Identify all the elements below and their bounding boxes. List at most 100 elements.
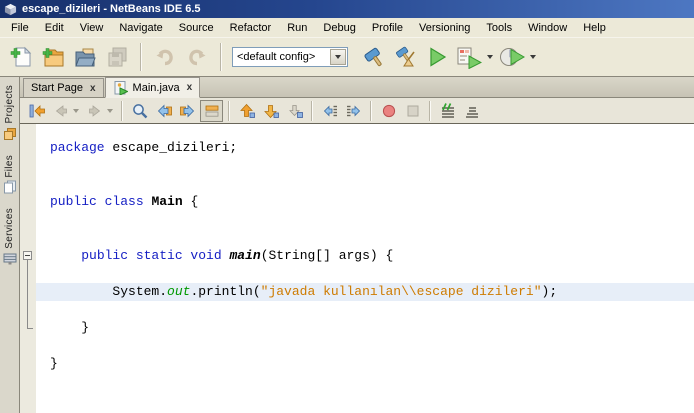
code-token: package bbox=[50, 140, 105, 155]
code-line-10[interactable] bbox=[36, 301, 694, 319]
menu-versioning[interactable]: Versioning bbox=[411, 19, 478, 37]
menu-help[interactable]: Help bbox=[575, 19, 614, 37]
code-token: escape_dizileri; bbox=[105, 140, 238, 155]
next-bookmark-button[interactable] bbox=[259, 100, 282, 122]
editor[interactable]: package escape_dizileri;public class Mai… bbox=[20, 124, 694, 413]
menu-window[interactable]: Window bbox=[520, 19, 575, 37]
menu-navigate[interactable]: Navigate bbox=[111, 19, 170, 37]
menu-file[interactable]: File bbox=[3, 19, 37, 37]
undo-button[interactable] bbox=[150, 42, 180, 72]
chevron-down-icon bbox=[107, 109, 113, 113]
debug-icon bbox=[456, 45, 482, 69]
menu-run[interactable]: Run bbox=[279, 19, 315, 37]
redo-icon bbox=[185, 45, 209, 69]
code-line-2[interactable] bbox=[36, 157, 694, 175]
save-all-button[interactable] bbox=[102, 42, 132, 72]
tab-close-button[interactable]: x bbox=[88, 83, 96, 94]
record-icon bbox=[380, 102, 398, 120]
profile-project-dropdown-button[interactable] bbox=[529, 55, 538, 59]
tab-main-java[interactable]: Main.javax bbox=[105, 77, 201, 98]
stop-macro-recording-button[interactable] bbox=[401, 100, 424, 122]
fold-collapse-icon[interactable] bbox=[23, 251, 32, 260]
highlight-icon bbox=[203, 102, 221, 120]
editor-toolbar bbox=[20, 98, 694, 124]
window-title: escape_dizileri - NetBeans IDE 6.5 bbox=[22, 3, 201, 15]
fold-gutter[interactable] bbox=[20, 124, 36, 413]
redo-button[interactable] bbox=[182, 42, 212, 72]
last-edit-position-button[interactable] bbox=[25, 100, 48, 122]
code-line-4[interactable]: public class Main { bbox=[36, 193, 694, 211]
code-line-6[interactable] bbox=[36, 229, 694, 247]
code-line-1[interactable]: package escape_dizileri; bbox=[36, 139, 694, 157]
sidebar-tab-files[interactable]: Files bbox=[3, 155, 17, 195]
menu-profile[interactable]: Profile bbox=[364, 19, 411, 37]
back-button[interactable] bbox=[49, 100, 72, 122]
shift-line-right-button[interactable] bbox=[342, 100, 365, 122]
back-dropdown-button[interactable] bbox=[73, 109, 82, 113]
code-token: public static void bbox=[81, 248, 221, 263]
toggle-bookmark-button[interactable] bbox=[283, 100, 306, 122]
uncomment-button[interactable] bbox=[460, 100, 483, 122]
forward-button[interactable] bbox=[83, 100, 106, 122]
menu-edit[interactable]: Edit bbox=[37, 19, 72, 37]
code-line-9[interactable]: System.out.println("javada kullanılan\\e… bbox=[36, 283, 694, 301]
tab-start-page[interactable]: Start Pagex bbox=[23, 78, 104, 97]
code-token: } bbox=[50, 356, 58, 371]
debug-project-dropdown-button[interactable] bbox=[486, 55, 495, 59]
find-previous-occurrence-button[interactable] bbox=[152, 100, 175, 122]
clean-build-project-button[interactable] bbox=[390, 42, 420, 72]
comment-button[interactable] bbox=[436, 100, 459, 122]
config-combobox-dropdown-button[interactable] bbox=[330, 49, 346, 65]
shift-line-left-button[interactable] bbox=[318, 100, 341, 122]
last-edit-icon bbox=[28, 102, 46, 120]
sidebar-tab-projects[interactable]: Projects bbox=[3, 85, 17, 141]
sidebar-tab-services[interactable]: Services bbox=[3, 208, 17, 266]
code-line-11[interactable]: } bbox=[36, 319, 694, 337]
code-area[interactable]: package escape_dizileri;public class Mai… bbox=[36, 124, 694, 413]
left-panel-tab-strip: Projects Files Services bbox=[0, 77, 20, 413]
find-selection-button[interactable] bbox=[128, 100, 151, 122]
code-line-12[interactable] bbox=[36, 337, 694, 355]
code-token: out bbox=[167, 284, 190, 299]
comment-icon bbox=[439, 102, 457, 120]
menu-source[interactable]: Source bbox=[171, 19, 222, 37]
debug-project-button[interactable] bbox=[454, 42, 484, 72]
open-project-icon bbox=[73, 45, 97, 69]
chevron-down-icon bbox=[530, 55, 536, 59]
code-token bbox=[50, 248, 81, 263]
code-line-7[interactable]: public static void main(String[] args) { bbox=[36, 247, 694, 265]
profile-project-button[interactable] bbox=[497, 42, 527, 72]
menu-refactor[interactable]: Refactor bbox=[222, 19, 280, 37]
build-icon bbox=[361, 45, 385, 69]
chevron-down-icon bbox=[73, 109, 79, 113]
menu-view[interactable]: View bbox=[72, 19, 112, 37]
code-token: System. bbox=[50, 284, 167, 299]
uncomment-icon bbox=[463, 102, 481, 120]
run-project-button[interactable] bbox=[422, 42, 452, 72]
open-project-button[interactable] bbox=[70, 42, 100, 72]
projects-icon bbox=[3, 127, 17, 141]
tab-close-button[interactable]: x bbox=[185, 82, 193, 93]
find-next-occurrence-button[interactable] bbox=[176, 100, 199, 122]
code-line-3[interactable] bbox=[36, 175, 694, 193]
forward-dropdown-button[interactable] bbox=[107, 109, 116, 113]
menu-debug[interactable]: Debug bbox=[315, 19, 363, 37]
bookmark-toggle-icon bbox=[286, 102, 304, 120]
previous-bookmark-button[interactable] bbox=[235, 100, 258, 122]
new-file-button[interactable] bbox=[6, 42, 36, 72]
start-macro-recording-button[interactable] bbox=[377, 100, 400, 122]
toggle-highlight-search-button[interactable] bbox=[200, 100, 223, 122]
code-token: main bbox=[229, 248, 260, 263]
build-project-button[interactable] bbox=[358, 42, 388, 72]
run-icon bbox=[425, 45, 449, 69]
new-project-button[interactable] bbox=[38, 42, 68, 72]
code-token: ); bbox=[542, 284, 558, 299]
code-line-13[interactable]: } bbox=[36, 355, 694, 373]
nav-back-icon bbox=[52, 102, 70, 120]
stop-icon bbox=[404, 102, 422, 120]
menu-tools[interactable]: Tools bbox=[478, 19, 520, 37]
code-line-5[interactable] bbox=[36, 211, 694, 229]
code-line-8[interactable] bbox=[36, 265, 694, 283]
find-icon bbox=[131, 102, 149, 120]
config-combobox[interactable]: <default config> bbox=[232, 47, 348, 67]
